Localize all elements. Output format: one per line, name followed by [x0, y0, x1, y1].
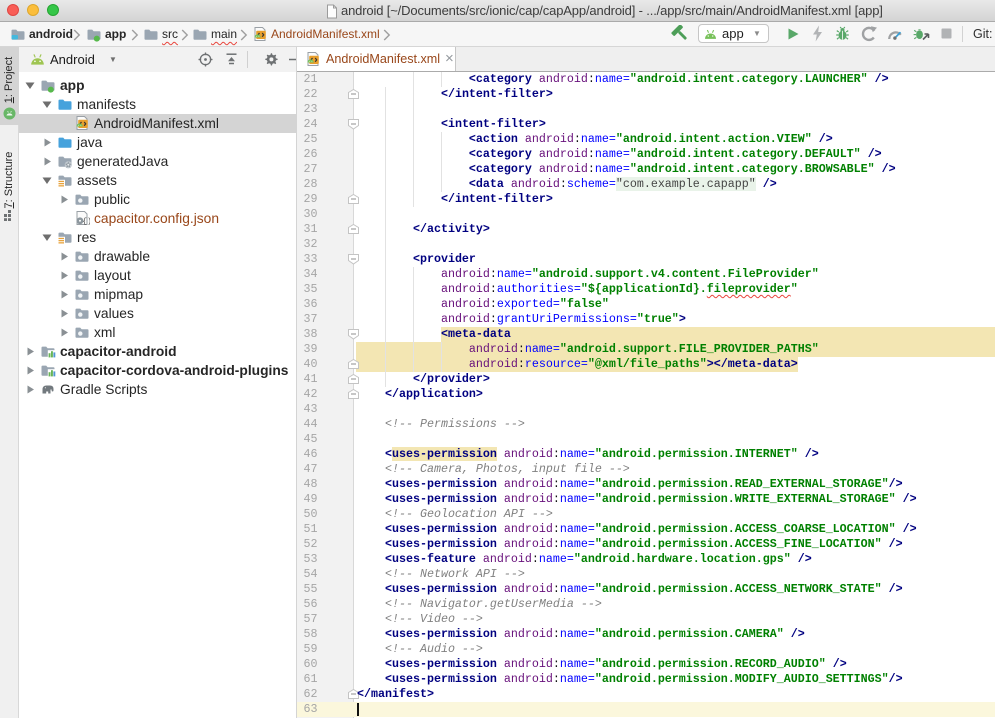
svg-text:{): {) [82, 218, 90, 227]
